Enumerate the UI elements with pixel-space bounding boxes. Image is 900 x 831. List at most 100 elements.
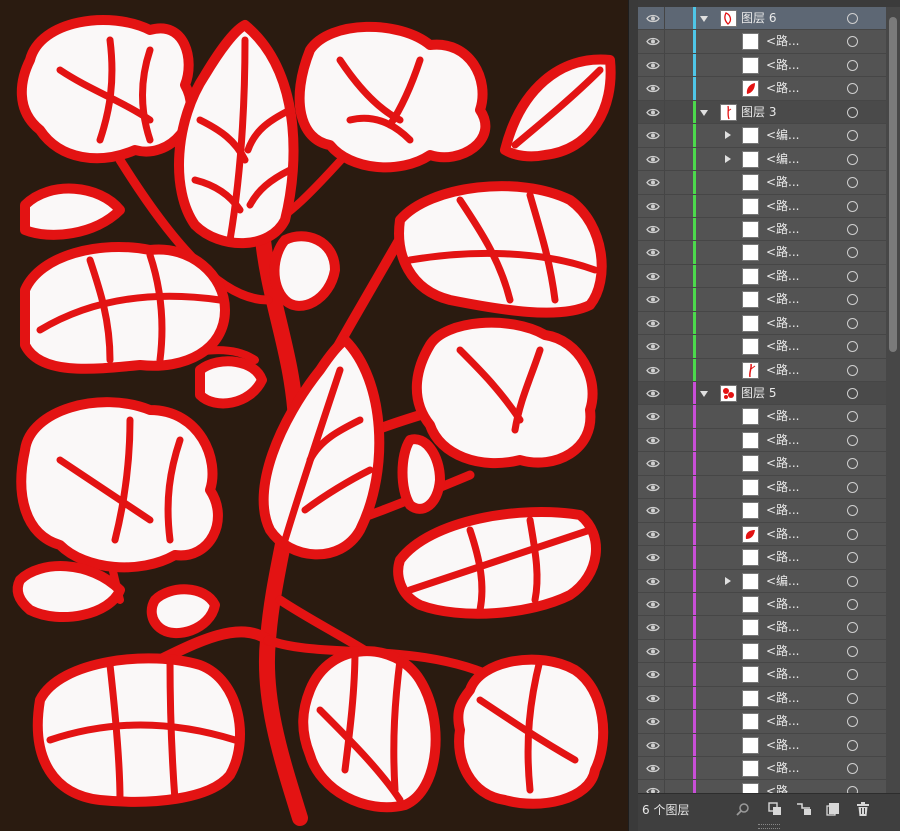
target-circle-icon[interactable] (847, 247, 858, 259)
layer-row[interactable]: 图层 3 (638, 100, 886, 125)
layer-name[interactable]: 图层 3 (741, 104, 776, 121)
layer-item-row[interactable]: <路... (638, 733, 886, 757)
layer-name[interactable]: <路... (766, 432, 800, 449)
layer-name[interactable]: <路... (766, 338, 800, 355)
target-circle-icon[interactable] (847, 411, 858, 423)
visibility-eye-icon[interactable] (646, 457, 660, 470)
layer-name[interactable]: <路... (766, 268, 800, 285)
search-icon[interactable] (736, 802, 750, 816)
layer-name[interactable]: <路... (766, 315, 800, 332)
layer-item-row[interactable]: <路... (638, 264, 886, 289)
layer-item-row[interactable]: <路... (638, 546, 886, 570)
target-circle-icon[interactable] (847, 622, 858, 634)
layer-name[interactable]: <路... (766, 526, 800, 543)
layer-name[interactable]: <路... (766, 408, 800, 425)
layer-name[interactable]: <路... (766, 643, 800, 660)
layer-name[interactable]: 图层 5 (741, 385, 776, 402)
layer-item-row[interactable]: <编... (638, 124, 886, 148)
layer-item-row[interactable]: <路... (638, 288, 886, 312)
target-circle-icon[interactable] (847, 177, 858, 189)
visibility-eye-icon[interactable] (646, 364, 660, 377)
visibility-eye-icon[interactable] (646, 551, 660, 564)
layer-item-row[interactable]: <路... (638, 30, 886, 54)
layer-row[interactable]: 图层 6 (638, 7, 886, 31)
layer-name[interactable]: <路... (766, 455, 800, 472)
layer-row[interactable]: 图层 5 (638, 382, 886, 406)
target-circle-icon[interactable] (847, 270, 858, 282)
target-circle-icon[interactable] (847, 364, 858, 376)
visibility-eye-icon[interactable] (646, 692, 660, 705)
layer-name[interactable]: <路... (766, 221, 800, 238)
visibility-eye-icon[interactable] (646, 621, 660, 634)
layer-item-row[interactable]: <路... (638, 171, 886, 195)
layer-name[interactable]: <路... (766, 57, 800, 74)
visibility-eye-icon[interactable] (646, 246, 660, 259)
visibility-eye-icon[interactable] (646, 129, 660, 142)
visibility-eye-icon[interactable] (646, 434, 660, 447)
expand-triangle-right-icon[interactable] (725, 131, 731, 140)
visibility-eye-icon[interactable] (646, 12, 660, 25)
layer-name[interactable]: <路... (766, 479, 800, 496)
create-sublayer-icon[interactable] (796, 802, 811, 816)
target-circle-icon[interactable] (847, 83, 858, 95)
target-circle-icon[interactable] (847, 645, 858, 657)
visibility-eye-icon[interactable] (646, 481, 660, 494)
visibility-eye-icon[interactable] (646, 575, 660, 588)
layer-name[interactable]: <路... (766, 362, 800, 379)
visibility-eye-icon[interactable] (646, 317, 660, 330)
target-circle-icon[interactable] (847, 481, 858, 493)
visibility-eye-icon[interactable] (646, 200, 660, 213)
layer-name[interactable]: <路... (766, 737, 800, 754)
target-circle-icon[interactable] (847, 59, 858, 71)
scrollbar-thumb[interactable] (889, 17, 897, 352)
layer-item-row[interactable]: <路... (638, 475, 886, 500)
layer-item-row[interactable]: <路... (638, 499, 886, 523)
target-circle-icon[interactable] (847, 341, 858, 353)
layer-item-row[interactable]: <路... (638, 686, 886, 711)
visibility-eye-icon[interactable] (646, 762, 660, 775)
layer-name[interactable]: <编... (766, 573, 800, 590)
target-circle-icon[interactable] (847, 106, 858, 118)
target-circle-icon[interactable] (847, 669, 858, 681)
layer-name[interactable]: <路... (766, 291, 800, 308)
target-circle-icon[interactable] (847, 13, 858, 24)
visibility-eye-icon[interactable] (646, 387, 660, 400)
visibility-eye-icon[interactable] (646, 293, 660, 306)
visibility-eye-icon[interactable] (646, 223, 660, 236)
layer-name[interactable]: <路... (766, 666, 800, 683)
expand-triangle-down-icon[interactable] (700, 391, 708, 397)
layer-item-row[interactable]: <编... (638, 569, 886, 593)
visibility-eye-icon[interactable] (646, 106, 660, 119)
visibility-eye-icon[interactable] (646, 528, 660, 541)
target-circle-icon[interactable] (847, 692, 858, 704)
visibility-eye-icon[interactable] (646, 270, 660, 283)
visibility-eye-icon[interactable] (646, 715, 660, 728)
target-circle-icon[interactable] (847, 317, 858, 329)
layer-name[interactable]: <路... (766, 619, 800, 636)
target-circle-icon[interactable] (847, 434, 858, 446)
layer-item-row[interactable]: <路... (638, 405, 886, 429)
expand-triangle-right-icon[interactable] (725, 576, 731, 585)
target-circle-icon[interactable] (847, 716, 858, 728)
layer-item-row[interactable]: <路... (638, 217, 886, 242)
layer-item-row[interactable]: <路... (638, 311, 886, 336)
visibility-eye-icon[interactable] (646, 410, 660, 423)
target-circle-icon[interactable] (847, 388, 858, 399)
layer-item-row[interactable]: <路... (638, 616, 886, 640)
layer-name[interactable]: 图层 6 (741, 10, 776, 27)
trash-icon[interactable] (856, 802, 870, 816)
layer-name[interactable]: <路... (766, 174, 800, 191)
layer-item-row[interactable]: <路... (638, 77, 886, 101)
layer-item-row[interactable]: <路... (638, 53, 886, 78)
target-circle-icon[interactable] (847, 200, 858, 212)
target-circle-icon[interactable] (847, 505, 858, 517)
target-circle-icon[interactable] (847, 575, 858, 587)
target-circle-icon[interactable] (847, 36, 858, 48)
layer-item-row[interactable]: <路... (638, 358, 886, 382)
layer-name[interactable]: <编... (766, 127, 800, 144)
target-circle-icon[interactable] (847, 552, 858, 564)
layer-item-row[interactable]: <路... (638, 592, 886, 617)
layer-name[interactable]: <路... (766, 502, 800, 519)
visibility-eye-icon[interactable] (646, 59, 660, 72)
layer-item-row[interactable]: <路... (638, 428, 886, 453)
